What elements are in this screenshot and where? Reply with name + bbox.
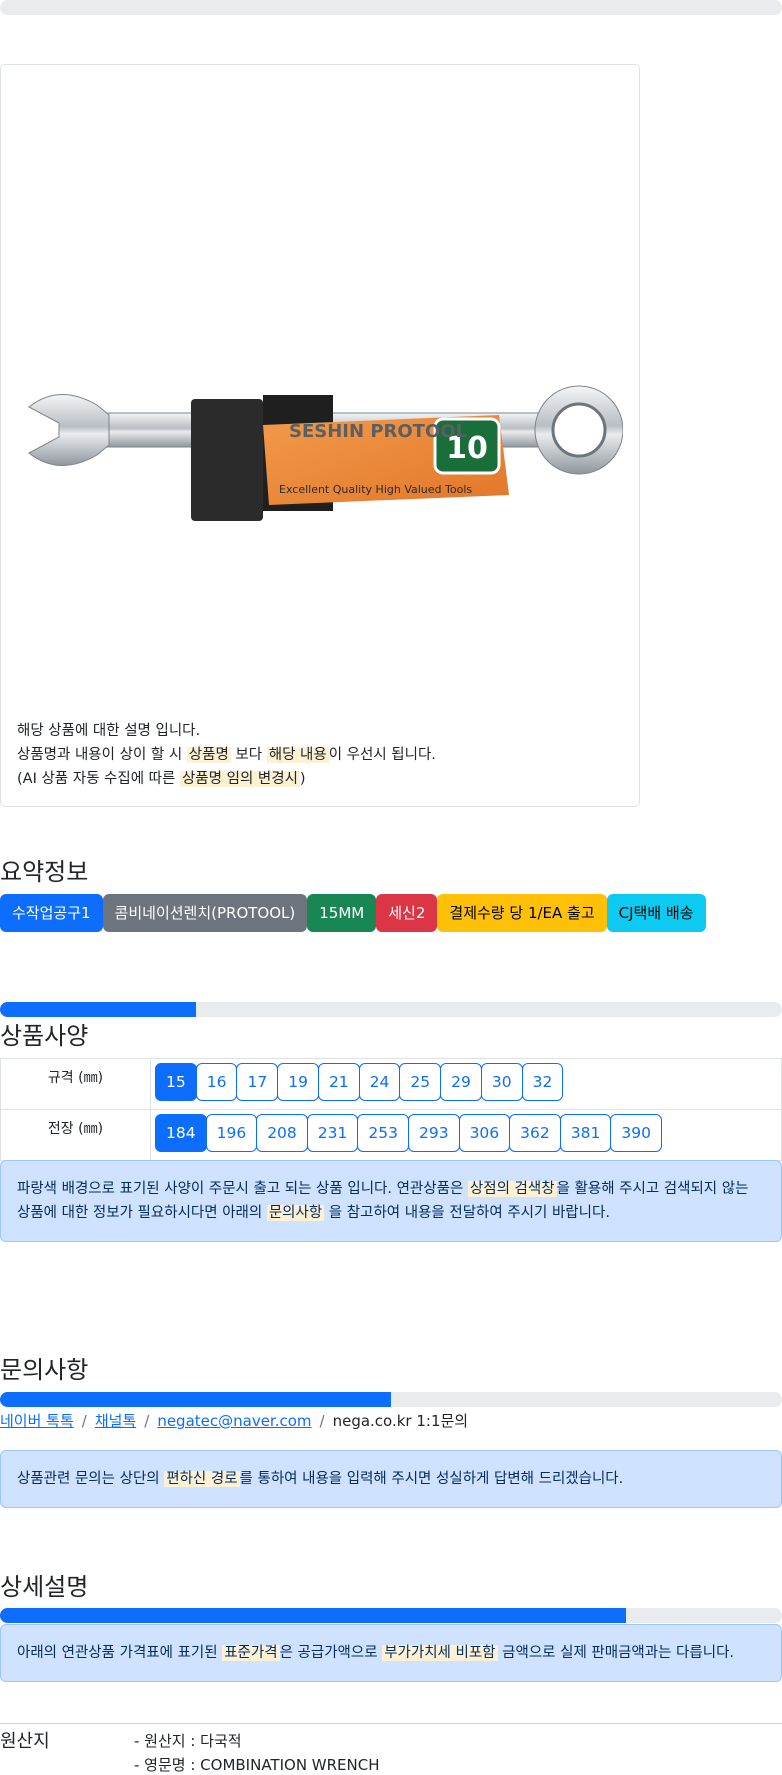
spec-option-button[interactable]: 293 [407,1114,460,1152]
wrench-brand: SESHIN PROTOOL [289,421,467,442]
detail-notice: 아래의 연관상품 가격표에 표기된 표준가격 은 공급가액으로 부가가치세 비포함… [0,1624,782,1682]
highlight-inquiry: 문의사항 [266,1205,325,1221]
origin-item: - 원산지 : 다국적 [134,1732,242,1750]
highlight-content: 해당 내용 [266,747,329,763]
spec-option-button[interactable]: 30 [480,1063,523,1101]
spec-notice: 파랑색 배경으로 표기된 사양이 주문시 출고 되는 상품 입니다. 연관상품은… [0,1160,782,1242]
summary-badge: 수작업공구1 [0,894,103,932]
site-inquiry-text: nega.co.kr 1:1문의 [332,1412,469,1430]
spec-progress-fill [0,1002,196,1017]
spec-progress-bar [0,1002,782,1017]
naver-talktalk-link[interactable]: 네이버 톡톡 [0,1412,74,1430]
notice-text: 상품관련 문의는 상단의 [17,1471,165,1487]
summary-badge: 세신2 [376,894,438,932]
spec-option-button[interactable]: 231 [306,1114,359,1152]
spec-option-button[interactable]: 362 [509,1114,561,1152]
spec-title: 상품사양 [0,1022,89,1050]
highlight-standard-price: 표준가격 [222,1645,280,1661]
summary-badge: 결제수량 당 1/EA 출고 [437,894,607,932]
link-separator: / [144,1412,150,1430]
notice-text: 를 통하여 내용을 입력해 주시면 성실하게 답변해 드리겠습니다. [239,1471,624,1487]
notice-text: 아래의 연관상품 가격표에 표기된 [17,1645,223,1661]
notice-text: 파랑색 배경으로 표기된 사양이 주문시 출고 되는 상품 입니다. 연관상품은 [17,1181,468,1197]
spec-row-label: 규격 (㎜) [0,1058,151,1110]
spec-option-button[interactable]: 381 [559,1114,612,1152]
notice-text: 금액으로 실제 판매금액과는 다릅니다. [497,1645,735,1661]
spec-option-button[interactable]: 32 [521,1063,564,1101]
product-card: 10 SESHIN PROTOOL Excellent Quality High… [0,64,640,807]
summary-badges: 수작업공구1 콤비네이션렌치(PROTOOL) 15MM 세신2 결제수량 당 1/EA… [0,894,706,932]
inquiry-progress-fill [0,1392,391,1407]
origin-title: 원산지 [0,1731,50,1752]
inquiry-progress-bar [0,1392,782,1407]
spec-option-button[interactable]: 253 [357,1114,409,1152]
wrench-image: 10 SESHIN PROTOOL Excellent Quality High… [28,385,624,521]
spec-options: 15 16 17 19 21 24 25 29 30 32 [150,1058,782,1110]
inquiry-links: 네이버 톡톡 / 채널톡 / negatec@naver.com / nega.co.kr … [0,1410,468,1431]
description-text: 상품명과 내용이 상이 할 시 [17,747,187,763]
summary-title: 요약정보 [0,858,89,886]
origin-divider [0,1723,782,1724]
highlight-route: 편하신 경로 [164,1471,240,1487]
notice-text: 을 참고하여 내용을 전달하여 주시기 바랍니다. [324,1205,610,1221]
spec-option-button[interactable]: 17 [236,1063,279,1101]
top-progress-bar [0,0,782,15]
inquiry-notice: 상품관련 문의는 상단의 편하신 경로 를 통하여 내용을 입력해 주시면 성실하… [0,1450,782,1508]
spec-option-button[interactable]: 196 [205,1114,258,1152]
description-text: ) [299,771,306,787]
spec-option-button[interactable]: 25 [399,1063,442,1101]
detail-progress-fill [0,1608,626,1623]
description-line-3: (AI 상품 자동 수집에 따른 상품명 임의 변경시) [17,767,436,791]
notice-text: 은 공급가액으로 [279,1645,383,1661]
description-text: 보다 [230,747,267,763]
product-image: 10 SESHIN PROTOOL Excellent Quality High… [19,385,624,535]
highlight-name-change: 상품명 임의 변경시 [179,771,300,787]
spec-option-button[interactable]: 208 [256,1114,308,1152]
spec-row: 전장 (㎜) 184 196 208 231 253 293 306 362 381 390 [0,1109,782,1161]
spec-option-button[interactable]: 21 [317,1063,360,1101]
spec-row-label: 전장 (㎜) [0,1109,151,1161]
spec-option-button[interactable]: 19 [277,1063,319,1101]
detail-progress-bar [0,1608,782,1623]
description-text: (AI 상품 자동 수집에 따른 [17,771,180,787]
spec-option-button[interactable]: 15 [155,1063,197,1101]
english-name-item: - 영문명 : COMBINATION WRENCH [134,1756,380,1774]
summary-badge: 15MM [307,894,377,932]
summary-badge: 콤비네이션렌치(PROTOOL) [102,894,308,932]
origin-list: - 원산지 : 다국적 - 영문명 : COMBINATION WRENCH [134,1729,380,1775]
spec-option-button[interactable]: 29 [440,1063,482,1101]
link-separator: / [319,1412,325,1430]
spec-option-button[interactable]: 24 [358,1063,401,1101]
spec-option-button[interactable]: 306 [458,1114,511,1152]
highlight-product-name: 상품명 [186,747,231,763]
email-link[interactable]: negatec@naver.com [157,1412,311,1430]
summary-badge: CJ택배 배송 [606,894,706,932]
spec-row: 규격 (㎜) 15 16 17 19 21 24 25 29 30 32 [0,1058,782,1110]
spec-option-button[interactable]: 390 [610,1114,662,1152]
detail-title: 상세설명 [0,1573,89,1601]
spec-table: 규격 (㎜) 15 16 17 19 21 24 25 29 30 32 전장 (㎜) 184 196 20… [0,1058,782,1161]
inquiry-title: 문의사항 [0,1356,89,1384]
package-tagline: Excellent Quality High Valued Tools [279,483,472,496]
highlight-search: 상점의 검색창 [467,1181,557,1197]
product-description: 해당 상품에 대한 설명 입니다. 상품명과 내용이 상이 할 시 상품명 보다… [17,719,436,791]
spec-option-button[interactable]: 184 [155,1114,207,1152]
spec-options: 184 196 208 231 253 293 306 362 381 390 [150,1109,782,1161]
description-text: 이 우선시 됩니다. [328,747,436,763]
spec-option-button[interactable]: 16 [195,1063,238,1101]
channeltalk-link[interactable]: 채널톡 [95,1412,136,1430]
description-line-2: 상품명과 내용이 상이 할 시 상품명 보다 해당 내용 이 우선시 됩니다. [17,743,436,767]
description-line-1: 해당 상품에 대한 설명 입니다. [17,723,201,739]
highlight-vat: 부가가치세 비포함 [382,1645,498,1661]
link-separator: / [81,1412,87,1430]
